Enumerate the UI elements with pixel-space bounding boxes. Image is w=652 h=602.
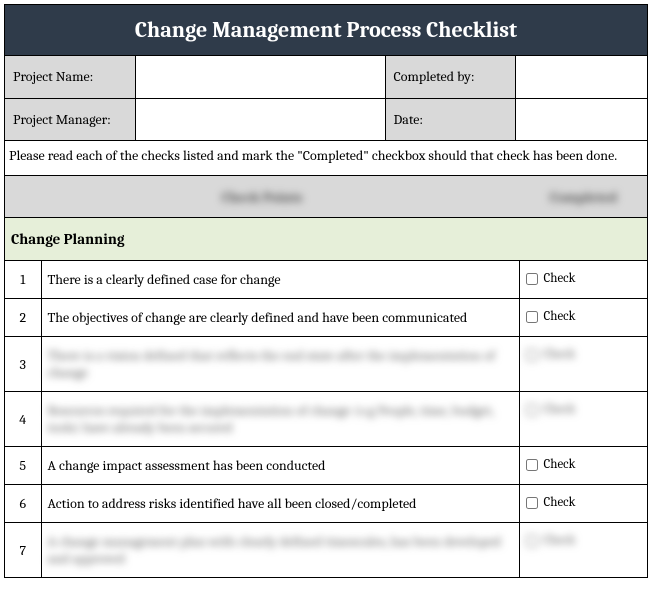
checklist-row: 2The objectives of change are clearly de…: [5, 299, 647, 337]
project-manager-label: Project Manager:: [5, 98, 135, 140]
item-number: 5: [5, 447, 41, 485]
checklist-row: 4Resources required for the implementati…: [5, 392, 647, 447]
check-text: Check: [544, 495, 576, 510]
item-check-cell: Check: [519, 447, 647, 485]
item-number: 6: [5, 485, 41, 523]
checklist-row: 1There is a clearly defined case for cha…: [5, 261, 647, 299]
item-number: 3: [5, 337, 41, 392]
check-text: Check: [544, 402, 576, 417]
item-check-cell: Check: [519, 392, 647, 447]
check-label[interactable]: Check: [526, 402, 642, 417]
check-label[interactable]: Check: [526, 309, 642, 324]
check-text: Check: [544, 309, 576, 324]
check-label[interactable]: Check: [526, 533, 642, 548]
check-checkbox[interactable]: [526, 311, 538, 323]
checklist-items-table: 1There is a clearly defined case for cha…: [5, 261, 647, 577]
check-label[interactable]: Check: [526, 347, 642, 362]
instructions-text: Please read each of the checks listed an…: [5, 141, 647, 177]
item-description: There is a vision defined that reflects …: [41, 337, 519, 392]
item-number: 1: [5, 261, 41, 299]
check-label[interactable]: Check: [526, 495, 642, 510]
check-text: Check: [544, 533, 576, 548]
checklist-document: Change Management Process Checklist Proj…: [4, 4, 648, 578]
checklist-row: 3There is a vision defined that reflects…: [5, 337, 647, 392]
item-check-cell: Check: [519, 485, 647, 523]
item-number: 4: [5, 392, 41, 447]
column-header-row: Check Points Completed: [5, 176, 647, 218]
item-description: The objectives of change are clearly def…: [41, 299, 519, 337]
item-description: A change management plan with clearly de…: [41, 523, 519, 578]
item-description: Action to address risks identified have …: [41, 485, 519, 523]
check-text: Check: [544, 271, 576, 286]
item-check-cell: Check: [519, 299, 647, 337]
checklist-row: 7A change management plan with clearly d…: [5, 523, 647, 578]
date-value[interactable]: [515, 98, 647, 140]
project-name-label: Project Name:: [5, 56, 135, 98]
check-label[interactable]: Check: [526, 457, 642, 472]
check-checkbox[interactable]: [526, 459, 538, 471]
item-description: A change impact assessment has been cond…: [41, 447, 519, 485]
check-text: Check: [544, 457, 576, 472]
item-number: 2: [5, 299, 41, 337]
description-column-header: Check Points: [222, 189, 302, 206]
item-description: There is a clearly defined case for chan…: [41, 261, 519, 299]
item-check-cell: Check: [519, 337, 647, 392]
check-checkbox[interactable]: [526, 349, 538, 361]
item-number: 7: [5, 523, 41, 578]
checklist-row: 5A change impact assessment has been con…: [5, 447, 647, 485]
project-name-value[interactable]: [135, 56, 385, 98]
meta-table: Project Name: Completed by: Project Mana…: [5, 56, 647, 141]
item-check-cell: Check: [519, 261, 647, 299]
completed-by-value[interactable]: [515, 56, 647, 98]
check-checkbox[interactable]: [526, 497, 538, 509]
section-heading: Change Planning: [5, 218, 647, 261]
check-label[interactable]: Check: [526, 271, 642, 286]
item-check-cell: Check: [519, 523, 647, 578]
check-checkbox[interactable]: [526, 535, 538, 547]
document-title: Change Management Process Checklist: [5, 5, 647, 56]
project-manager-value[interactable]: [135, 98, 385, 140]
item-description: Resources required for the implementatio…: [41, 392, 519, 447]
check-checkbox[interactable]: [526, 404, 538, 416]
check-checkbox[interactable]: [526, 273, 538, 285]
completed-by-label: Completed by:: [385, 56, 515, 98]
check-text: Check: [544, 347, 576, 362]
completed-column-header: Completed: [550, 189, 617, 206]
date-label: Date:: [385, 98, 515, 140]
checklist-row: 6Action to address risks identified have…: [5, 485, 647, 523]
